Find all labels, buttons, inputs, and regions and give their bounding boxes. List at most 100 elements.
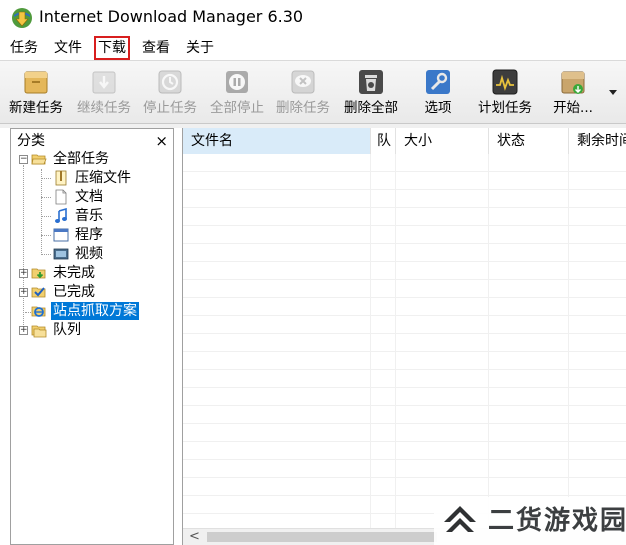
tree-line	[41, 235, 51, 236]
finished-icon	[31, 287, 46, 298]
archive-icon	[55, 170, 67, 186]
new-task-button[interactable]: 新建任务	[4, 61, 68, 123]
column-time-left[interactable]: 剩余时间	[569, 128, 626, 154]
table-row	[183, 406, 626, 424]
table-row	[183, 478, 626, 496]
table-row	[183, 424, 626, 442]
collapse-all-tasks[interactable]: −	[19, 155, 28, 164]
new-task-icon	[24, 71, 48, 94]
stop-label: 停止任务	[143, 100, 197, 116]
table-row	[183, 190, 626, 208]
table-row	[183, 154, 626, 172]
document-icon	[55, 189, 67, 205]
tree-label: 压缩文件	[75, 170, 131, 186]
stop-all-button[interactable]: 全部停止	[205, 61, 269, 123]
tree-label: 已完成	[53, 284, 95, 300]
expand-queue[interactable]: +	[19, 326, 28, 335]
watermark-text: 二货游戏园	[488, 506, 626, 536]
tree-label: 队列	[53, 322, 81, 338]
menu-about[interactable]: 关于	[184, 38, 216, 58]
tree-label: 站点抓取方案	[51, 302, 139, 320]
table-row	[183, 334, 626, 352]
unfinished-icon	[31, 268, 46, 279]
tree-label: 文档	[75, 189, 103, 205]
tree-line	[41, 254, 51, 255]
column-status[interactable]: 状态	[489, 128, 569, 154]
options-label: 选项	[424, 100, 452, 116]
category-header: 分类	[17, 133, 45, 149]
title-bar: Internet Download Manager 6.30	[0, 0, 626, 36]
delete-all-label: 删除全部	[344, 100, 398, 116]
table-row	[183, 298, 626, 316]
tree-line	[41, 178, 51, 179]
stop-icon	[158, 70, 182, 94]
chevron-down-icon[interactable]	[606, 85, 620, 99]
table-row	[183, 280, 626, 298]
new-task-label: 新建任务	[9, 100, 63, 116]
stop-all-icon	[226, 71, 248, 93]
scheduler-label: 计划任务	[478, 100, 532, 116]
scheduler-icon	[492, 69, 518, 95]
start-queue-button[interactable]: 开始...	[544, 61, 602, 123]
stop-button[interactable]: 停止任务	[138, 61, 202, 123]
video-icon	[53, 248, 69, 260]
chevron-left-icon[interactable]: <	[189, 529, 200, 545]
table-row	[183, 244, 626, 262]
watermark: 二货游戏园	[434, 497, 626, 545]
table-row	[183, 208, 626, 226]
watermark-logo-icon	[444, 506, 476, 532]
scheduler-button[interactable]: 计划任务	[472, 61, 538, 123]
delete-all-button[interactable]: 删除全部	[338, 61, 404, 123]
download-list[interactable]: 文件名 队 大小 状态 剩余时间 <	[182, 128, 626, 545]
tree-label: 未完成	[53, 265, 95, 281]
delete-task-label: 删除任务	[276, 100, 330, 116]
table-row	[183, 262, 626, 280]
table-row	[183, 460, 626, 478]
delete-task-button[interactable]: 删除任务	[271, 61, 335, 123]
category-panel: 分类 × − + + + 全部任务 压缩文件 文档 音乐 程序 视频 未完成 已…	[10, 128, 174, 545]
tree-line	[41, 169, 42, 255]
resume-label: 继续任务	[77, 100, 131, 116]
column-filename[interactable]: 文件名	[183, 128, 371, 154]
program-icon	[53, 228, 69, 242]
queue-icon	[31, 325, 47, 338]
menu-view[interactable]: 查看	[140, 38, 172, 58]
close-icon[interactable]: ×	[155, 131, 168, 151]
tree-label: 全部任务	[53, 151, 109, 167]
table-row	[183, 352, 626, 370]
table-row	[183, 388, 626, 406]
stop-all-label: 全部停止	[210, 100, 264, 116]
resume-icon	[92, 71, 116, 94]
start-queue-label: 开始...	[553, 100, 593, 116]
table-row	[183, 316, 626, 334]
menu-download[interactable]: 下载	[94, 36, 130, 60]
table-row	[183, 370, 626, 388]
idm-logo-icon	[12, 8, 32, 28]
window-title: Internet Download Manager 6.30	[39, 7, 304, 26]
site-grabber-icon	[31, 306, 46, 317]
tree-line	[41, 216, 51, 217]
tree-line	[41, 197, 51, 198]
delete-all-icon	[359, 70, 383, 94]
menu-task[interactable]: 任务	[8, 38, 40, 58]
folder-open-icon	[31, 154, 47, 165]
expand-unfinished[interactable]: +	[19, 269, 28, 278]
options-button[interactable]: 选项	[410, 61, 466, 123]
table-row	[183, 226, 626, 244]
tree-line	[23, 165, 24, 331]
scrollbar-thumb[interactable]	[207, 532, 437, 542]
music-icon	[55, 208, 67, 223]
delete-icon	[291, 70, 315, 94]
column-size[interactable]: 大小	[396, 128, 489, 154]
tree-label: 视频	[75, 246, 103, 262]
expand-finished[interactable]: +	[19, 288, 28, 297]
column-queue[interactable]: 队	[371, 128, 396, 154]
resume-button[interactable]: 继续任务	[72, 61, 136, 123]
menu-bar: 任务 文件 下载 查看 关于	[0, 36, 626, 60]
options-icon	[426, 70, 450, 94]
toolbar: 新建任务 继续任务 停止任务 全部停止 删除任务 删除全部 选项 计划任务 开始…	[0, 60, 626, 124]
tree-label: 音乐	[75, 208, 103, 224]
table-row	[183, 172, 626, 190]
start-icon	[561, 71, 585, 94]
menu-file[interactable]: 文件	[52, 38, 84, 58]
